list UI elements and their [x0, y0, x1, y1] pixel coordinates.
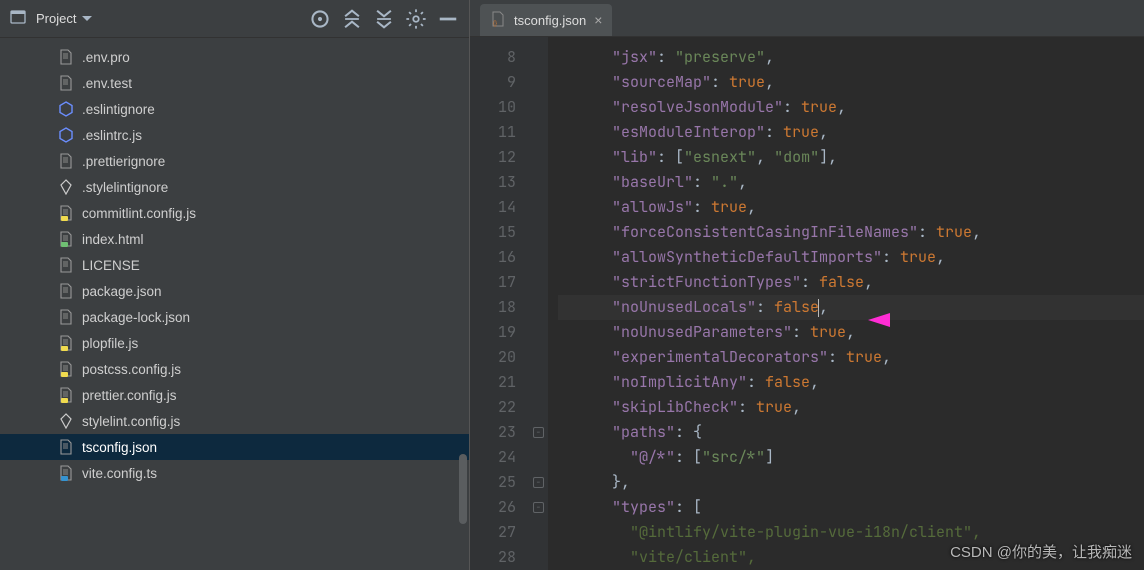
code-line[interactable]: "sourceMap": true, [558, 70, 1144, 95]
code-content[interactable]: "jsx": "preserve", "sourceMap": true, "r… [548, 37, 1144, 570]
fold-marker[interactable]: − [533, 427, 544, 438]
tree-row[interactable]: .eslintrc.js [0, 122, 469, 148]
json-file-icon [58, 283, 74, 299]
fold-marker[interactable]: − [533, 502, 544, 513]
code-line[interactable]: "forceConsistentCasingInFileNames": true… [558, 220, 1144, 245]
file-label: tsconfig.json [82, 440, 157, 455]
file-label: plopfile.js [82, 336, 138, 351]
tree-row[interactable]: .env.pro [0, 44, 469, 70]
line-gutter: 8910111213141516171819202122232425262728 [470, 37, 530, 570]
code-line[interactable]: "experimentalDecorators": true, [558, 345, 1144, 370]
tree-row[interactable]: plopfile.js [0, 330, 469, 356]
code-line[interactable]: "allowJs": true, [558, 195, 1144, 220]
file-label: .eslintrc.js [82, 128, 142, 143]
file-label: index.html [82, 232, 144, 247]
html-file-icon [58, 231, 74, 247]
settings-icon[interactable] [405, 8, 427, 30]
file-label: .stylelintignore [82, 180, 168, 195]
expand-all-icon[interactable] [341, 8, 363, 30]
file-label: package.json [82, 284, 162, 299]
code-line[interactable]: "jsx": "preserve", [558, 45, 1144, 70]
ts-file-icon [58, 465, 74, 481]
tree-row[interactable]: stylelint.config.js [0, 408, 469, 434]
code-line[interactable]: "baseUrl": ".", [558, 170, 1144, 195]
tree-row[interactable]: commitlint.config.js [0, 200, 469, 226]
hex-file-icon [58, 101, 74, 117]
file-label: LICENSE [82, 258, 140, 273]
chevron-down-icon [82, 16, 92, 22]
fold-column: − − − [530, 37, 548, 570]
tree-row[interactable]: LICENSE [0, 252, 469, 278]
hide-panel-icon[interactable] [437, 8, 459, 30]
js-file-icon [58, 205, 74, 221]
code-line[interactable]: "noUnusedLocals": false, [558, 295, 1144, 320]
file-label: commitlint.config.js [82, 206, 196, 221]
file-label: stylelint.config.js [82, 414, 180, 429]
tree-row[interactable]: .prettierignore [0, 148, 469, 174]
fold-marker[interactable]: − [533, 477, 544, 488]
project-icon [10, 9, 26, 28]
file-label: vite.config.ts [82, 466, 157, 481]
json-file-icon [58, 439, 74, 455]
code-line[interactable]: "strictFunctionTypes": false, [558, 270, 1144, 295]
code-line[interactable]: "types": [ [558, 495, 1144, 520]
project-title-label: Project [36, 11, 76, 26]
file-label: package-lock.json [82, 310, 190, 325]
scrollbar-thumb[interactable] [459, 454, 467, 524]
js-file-icon [58, 335, 74, 351]
tree-row[interactable]: .env.test [0, 70, 469, 96]
project-panel: Project .env.pro.env.test.eslintignore.e… [0, 0, 470, 570]
tree-row[interactable]: tsconfig.json [0, 434, 469, 460]
json-file-icon [58, 309, 74, 325]
tree-row[interactable]: index.html [0, 226, 469, 252]
code-editor[interactable]: 8910111213141516171819202122232425262728… [470, 37, 1144, 570]
tree-row[interactable]: package.json [0, 278, 469, 304]
code-line[interactable]: "@/*": ["src/*"] [558, 445, 1144, 470]
code-line[interactable]: }, [558, 470, 1144, 495]
editor-tabbar: {} tsconfig.json × [470, 0, 1144, 37]
js-file-icon [58, 387, 74, 403]
tree-row[interactable]: prettier.config.js [0, 382, 469, 408]
tree-row[interactable]: vite.config.ts [0, 460, 469, 486]
file-file-icon [58, 75, 74, 91]
svg-text:{}: {} [493, 21, 497, 27]
file-file-icon [58, 257, 74, 273]
code-line[interactable]: "paths": { [558, 420, 1144, 445]
js-file-icon [58, 361, 74, 377]
tree-row[interactable]: package-lock.json [0, 304, 469, 330]
code-line[interactable]: "esModuleInterop": true, [558, 120, 1144, 145]
json-file-icon: {} [490, 11, 506, 30]
file-label: .eslintignore [82, 102, 155, 117]
tree-row[interactable]: .eslintignore [0, 96, 469, 122]
project-title[interactable]: Project [36, 11, 92, 26]
tree-row[interactable]: postcss.config.js [0, 356, 469, 382]
code-line[interactable]: "noUnusedParameters": true, [558, 320, 1144, 345]
code-line[interactable]: "lib": ["esnext", "dom"], [558, 145, 1144, 170]
editor-tab-label: tsconfig.json [514, 13, 586, 28]
file-label: postcss.config.js [82, 362, 181, 377]
editor-area: {} tsconfig.json × 891011121314151617181… [470, 0, 1144, 570]
collapse-all-icon[interactable] [373, 8, 395, 30]
close-tab-icon[interactable]: × [594, 13, 602, 27]
code-line[interactable]: "resolveJsonModule": true, [558, 95, 1144, 120]
code-line[interactable]: "allowSyntheticDefaultImports": true, [558, 245, 1144, 270]
file-file-icon [58, 49, 74, 65]
style-file-icon [58, 413, 74, 429]
file-label: .env.test [82, 76, 132, 91]
style-file-icon [58, 179, 74, 195]
file-file-icon [58, 153, 74, 169]
file-label: .env.pro [82, 50, 130, 65]
code-line[interactable]: "noImplicitAny": false, [558, 370, 1144, 395]
code-line[interactable]: "skipLibCheck": true, [558, 395, 1144, 420]
tree-row[interactable]: .stylelintignore [0, 174, 469, 200]
project-tree[interactable]: .env.pro .env.test .eslintignore .eslintrc.… [0, 38, 469, 570]
file-label: prettier.config.js [82, 388, 177, 403]
watermark: CSDN @你的美，让我痴迷 [950, 541, 1132, 562]
file-label: .prettierignore [82, 154, 165, 169]
hex-file-icon [58, 127, 74, 143]
editor-tab[interactable]: {} tsconfig.json × [480, 4, 612, 36]
select-opened-file-icon[interactable] [309, 8, 331, 30]
project-header: Project [0, 0, 469, 38]
